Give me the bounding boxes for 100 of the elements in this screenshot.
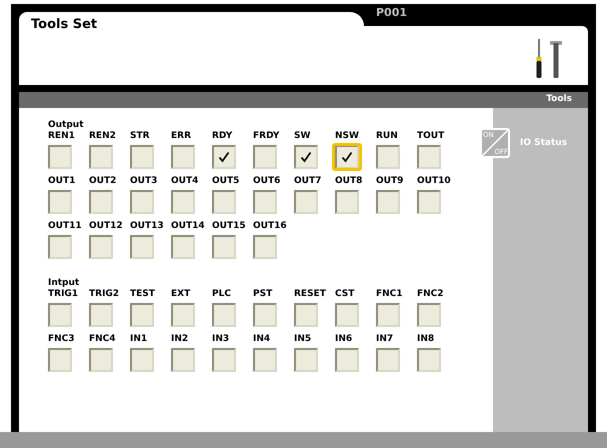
checkbox[interactable]: [294, 190, 318, 214]
checkbox[interactable]: [376, 190, 400, 214]
checkbox-label: OUT4: [171, 176, 198, 187]
checkbox[interactable]: [89, 302, 113, 326]
checkbox-label: OUT13: [130, 221, 164, 232]
checkbox-label: OUT5: [212, 176, 240, 187]
checkbox[interactable]: [171, 144, 195, 168]
checkbox-label: IN6: [335, 334, 352, 345]
checkmark-icon: [341, 150, 353, 162]
checkbox-label: OUT7: [294, 176, 322, 187]
checkbox-label: IN8: [417, 334, 434, 345]
checkbox-label: FRDY: [253, 131, 280, 142]
checkbox-label: PLC: [212, 289, 231, 300]
checkbox[interactable]: [48, 234, 72, 258]
checkbox[interactable]: [253, 144, 277, 168]
checkmark-icon: [300, 150, 312, 162]
checkbox[interactable]: [417, 302, 441, 326]
checkbox[interactable]: [89, 144, 113, 168]
checkbox[interactable]: [48, 144, 72, 168]
checkbox[interactable]: [335, 348, 359, 372]
checkbox[interactable]: [89, 190, 113, 214]
checkbox[interactable]: [376, 144, 400, 168]
checkbox-label: NSW: [335, 131, 359, 142]
checkbox[interactable]: [253, 190, 277, 214]
checkbox[interactable]: [89, 348, 113, 372]
checkbox[interactable]: [376, 348, 400, 372]
checkbox-label: IN3: [212, 334, 230, 345]
checkbox-label: EXT: [171, 289, 190, 300]
window-title: Tools Set: [31, 16, 98, 34]
checkbox-label: OUT9: [376, 176, 404, 187]
checkbox[interactable]: [212, 234, 236, 258]
checkbox[interactable]: [294, 144, 318, 168]
checkbox[interactable]: [294, 348, 318, 372]
checkbox[interactable]: [253, 234, 277, 258]
checkbox[interactable]: [212, 348, 236, 372]
checkbox[interactable]: [212, 144, 236, 168]
checkbox[interactable]: [376, 302, 400, 326]
checkbox-label: RDY: [212, 131, 232, 142]
checkbox-label: OUT1: [48, 176, 76, 187]
checkbox-label: RUN: [376, 131, 398, 142]
checkbox-label: IN1: [130, 334, 148, 345]
checkbox[interactable]: [89, 234, 113, 258]
checkbox-label: TEST: [130, 289, 155, 300]
checkbox[interactable]: [294, 302, 318, 326]
checkmark-icon: [218, 150, 230, 162]
checkbox-label: STR: [130, 131, 150, 142]
checkbox[interactable]: [417, 144, 441, 168]
checkbox-label: FNC2: [417, 289, 444, 300]
checkbox-label: RESET: [294, 289, 326, 300]
checkbox[interactable]: [417, 348, 441, 372]
checkbox-label: IN4: [253, 334, 270, 345]
checkbox[interactable]: [417, 190, 441, 214]
program-id: P001: [376, 7, 408, 18]
checkbox-label: OUT15: [212, 221, 246, 232]
checkbox-label: OUT14: [171, 221, 205, 232]
section-bar-title: Tools: [546, 93, 572, 106]
checkbox-label: OUT6: [253, 176, 280, 187]
checkbox[interactable]: [253, 348, 277, 372]
checkbox-label: OUT8: [335, 176, 362, 187]
checkbox-label: CST: [335, 289, 354, 300]
group-title: Output: [48, 120, 85, 131]
checkbox-label: REN2: [89, 131, 116, 142]
checkbox[interactable]: [171, 190, 195, 214]
checkbox-label: IN7: [376, 334, 394, 345]
checkbox-label: TOUT: [417, 131, 444, 142]
checkbox-label: OUT12: [89, 221, 123, 232]
checkbox-label: REN1: [48, 131, 75, 142]
checkbox-label: PST: [253, 289, 272, 300]
checkbox[interactable]: [335, 190, 359, 214]
checkbox-label: IN2: [171, 334, 188, 345]
checkbox[interactable]: [171, 348, 195, 372]
io-status-label: IO Status: [520, 137, 568, 150]
checkbox-label: OUT10: [417, 176, 451, 187]
checkbox[interactable]: [212, 302, 236, 326]
checkbox-label: SW: [294, 131, 310, 142]
checkbox-label: TRIG1: [48, 289, 78, 300]
checkbox[interactable]: [48, 302, 72, 326]
checkbox[interactable]: [253, 302, 277, 326]
checkbox[interactable]: [335, 302, 359, 326]
checkbox-label: OUT11: [48, 221, 82, 232]
checkbox-label: IN5: [294, 334, 312, 345]
group-title: Intput: [48, 278, 80, 289]
checkbox-label: OUT3: [130, 176, 158, 187]
checkbox[interactable]: [48, 348, 72, 372]
checkbox[interactable]: [212, 190, 236, 214]
checkbox-label: FNC4: [89, 334, 116, 345]
checkbox[interactable]: [130, 190, 154, 214]
checkbox-label: ERR: [171, 131, 192, 142]
checkbox[interactable]: [130, 302, 154, 326]
checkbox[interactable]: [130, 234, 154, 258]
checkbox[interactable]: [48, 190, 72, 214]
checkbox-label: FNC1: [376, 289, 403, 300]
checkbox[interactable]: [130, 348, 154, 372]
checkbox[interactable]: [171, 234, 195, 258]
checkbox-label: TRIG2: [89, 289, 120, 300]
checkbox-label: OUT2: [89, 176, 116, 187]
checkbox[interactable]: [171, 302, 195, 326]
checkbox-label: OUT16: [253, 221, 287, 232]
checkbox-label: FNC3: [48, 334, 75, 345]
checkbox[interactable]: [130, 144, 154, 168]
